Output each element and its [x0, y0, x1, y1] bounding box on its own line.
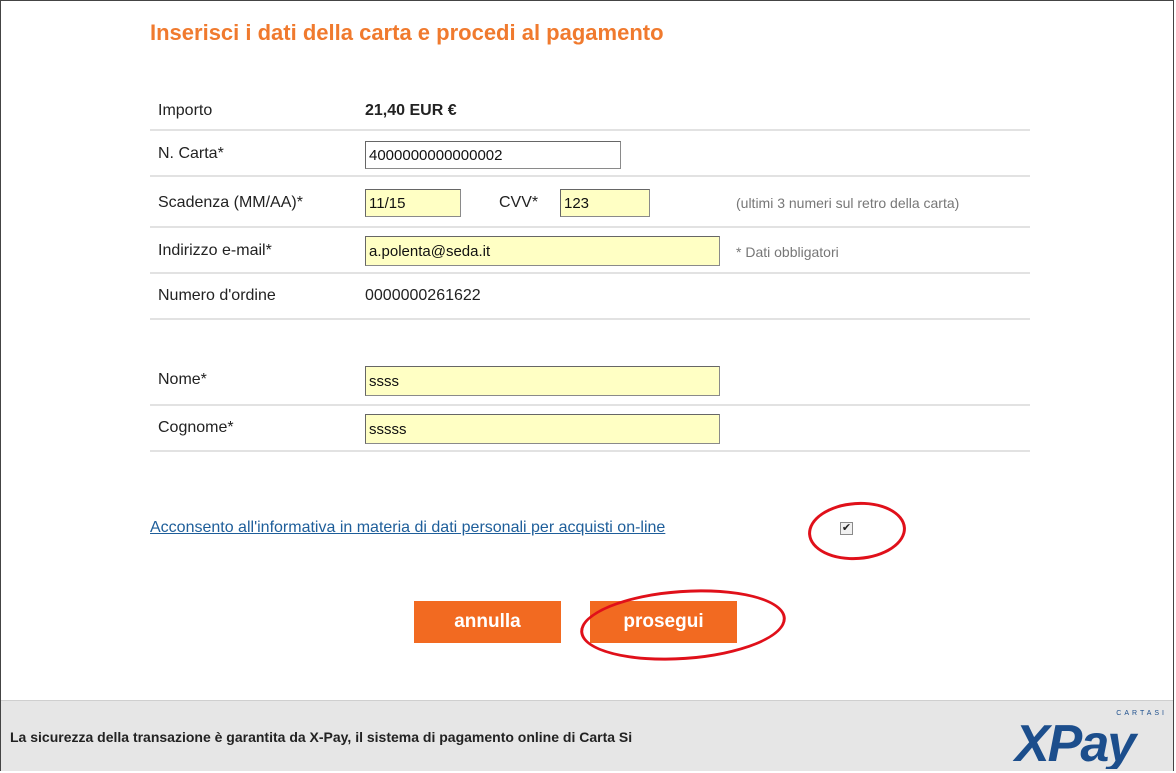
card-number-input[interactable] — [365, 141, 621, 169]
required-fields-note: * Dati obbligatori — [736, 244, 839, 260]
cvv-label: CVV* — [499, 194, 539, 211]
last-name-label: Cognome* — [158, 419, 234, 436]
cvv-hint: (ultimi 3 numeri sul retro della carta) — [736, 195, 960, 211]
last-name-row: Cognome* — [150, 406, 1030, 452]
cancel-button[interactable]: annulla — [414, 601, 561, 643]
last-name-input[interactable] — [365, 414, 720, 444]
first-name-input[interactable] — [365, 366, 720, 396]
amount-value: 21,40 EUR € — [365, 102, 457, 119]
footer: La sicurezza della transazione è garanti… — [1, 700, 1173, 771]
privacy-consent-link[interactable]: Acconsento all'informativa in materia di… — [150, 519, 665, 537]
email-label: Indirizzo e-mail* — [158, 242, 272, 259]
card-number-row: N. Carta* — [150, 131, 1030, 177]
cvv-input[interactable] — [560, 189, 650, 217]
xpay-logo: CARTASI XPay — [1012, 710, 1164, 769]
security-notice: La sicurezza della transazione è garanti… — [10, 729, 633, 745]
email-input[interactable] — [365, 236, 720, 266]
order-number-row: Numero d'ordine 0000000261622 — [150, 274, 1030, 320]
order-number-value: 0000000261622 — [365, 287, 481, 304]
order-number-label: Numero d'ordine — [158, 287, 276, 304]
card-number-label: N. Carta* — [158, 145, 224, 162]
expiry-cvv-row: Scadenza (MM/AA)* CVV* (ultimi 3 numeri … — [150, 177, 1030, 228]
amount-label: Importo — [158, 102, 213, 119]
expiry-input[interactable] — [365, 189, 461, 217]
first-name-row: Nome* — [150, 360, 1030, 406]
amount-row: Importo 21,40 EUR € — [150, 93, 1030, 131]
logo-wordmark: XPay — [1012, 715, 1139, 769]
first-name-label: Nome* — [158, 371, 207, 388]
expiry-label: Scadenza (MM/AA)* — [158, 194, 303, 211]
page-title: Inserisci i dati della carta e procedi a… — [150, 20, 664, 45]
email-row: Indirizzo e-mail* * Dati obbligatori — [150, 228, 1030, 274]
